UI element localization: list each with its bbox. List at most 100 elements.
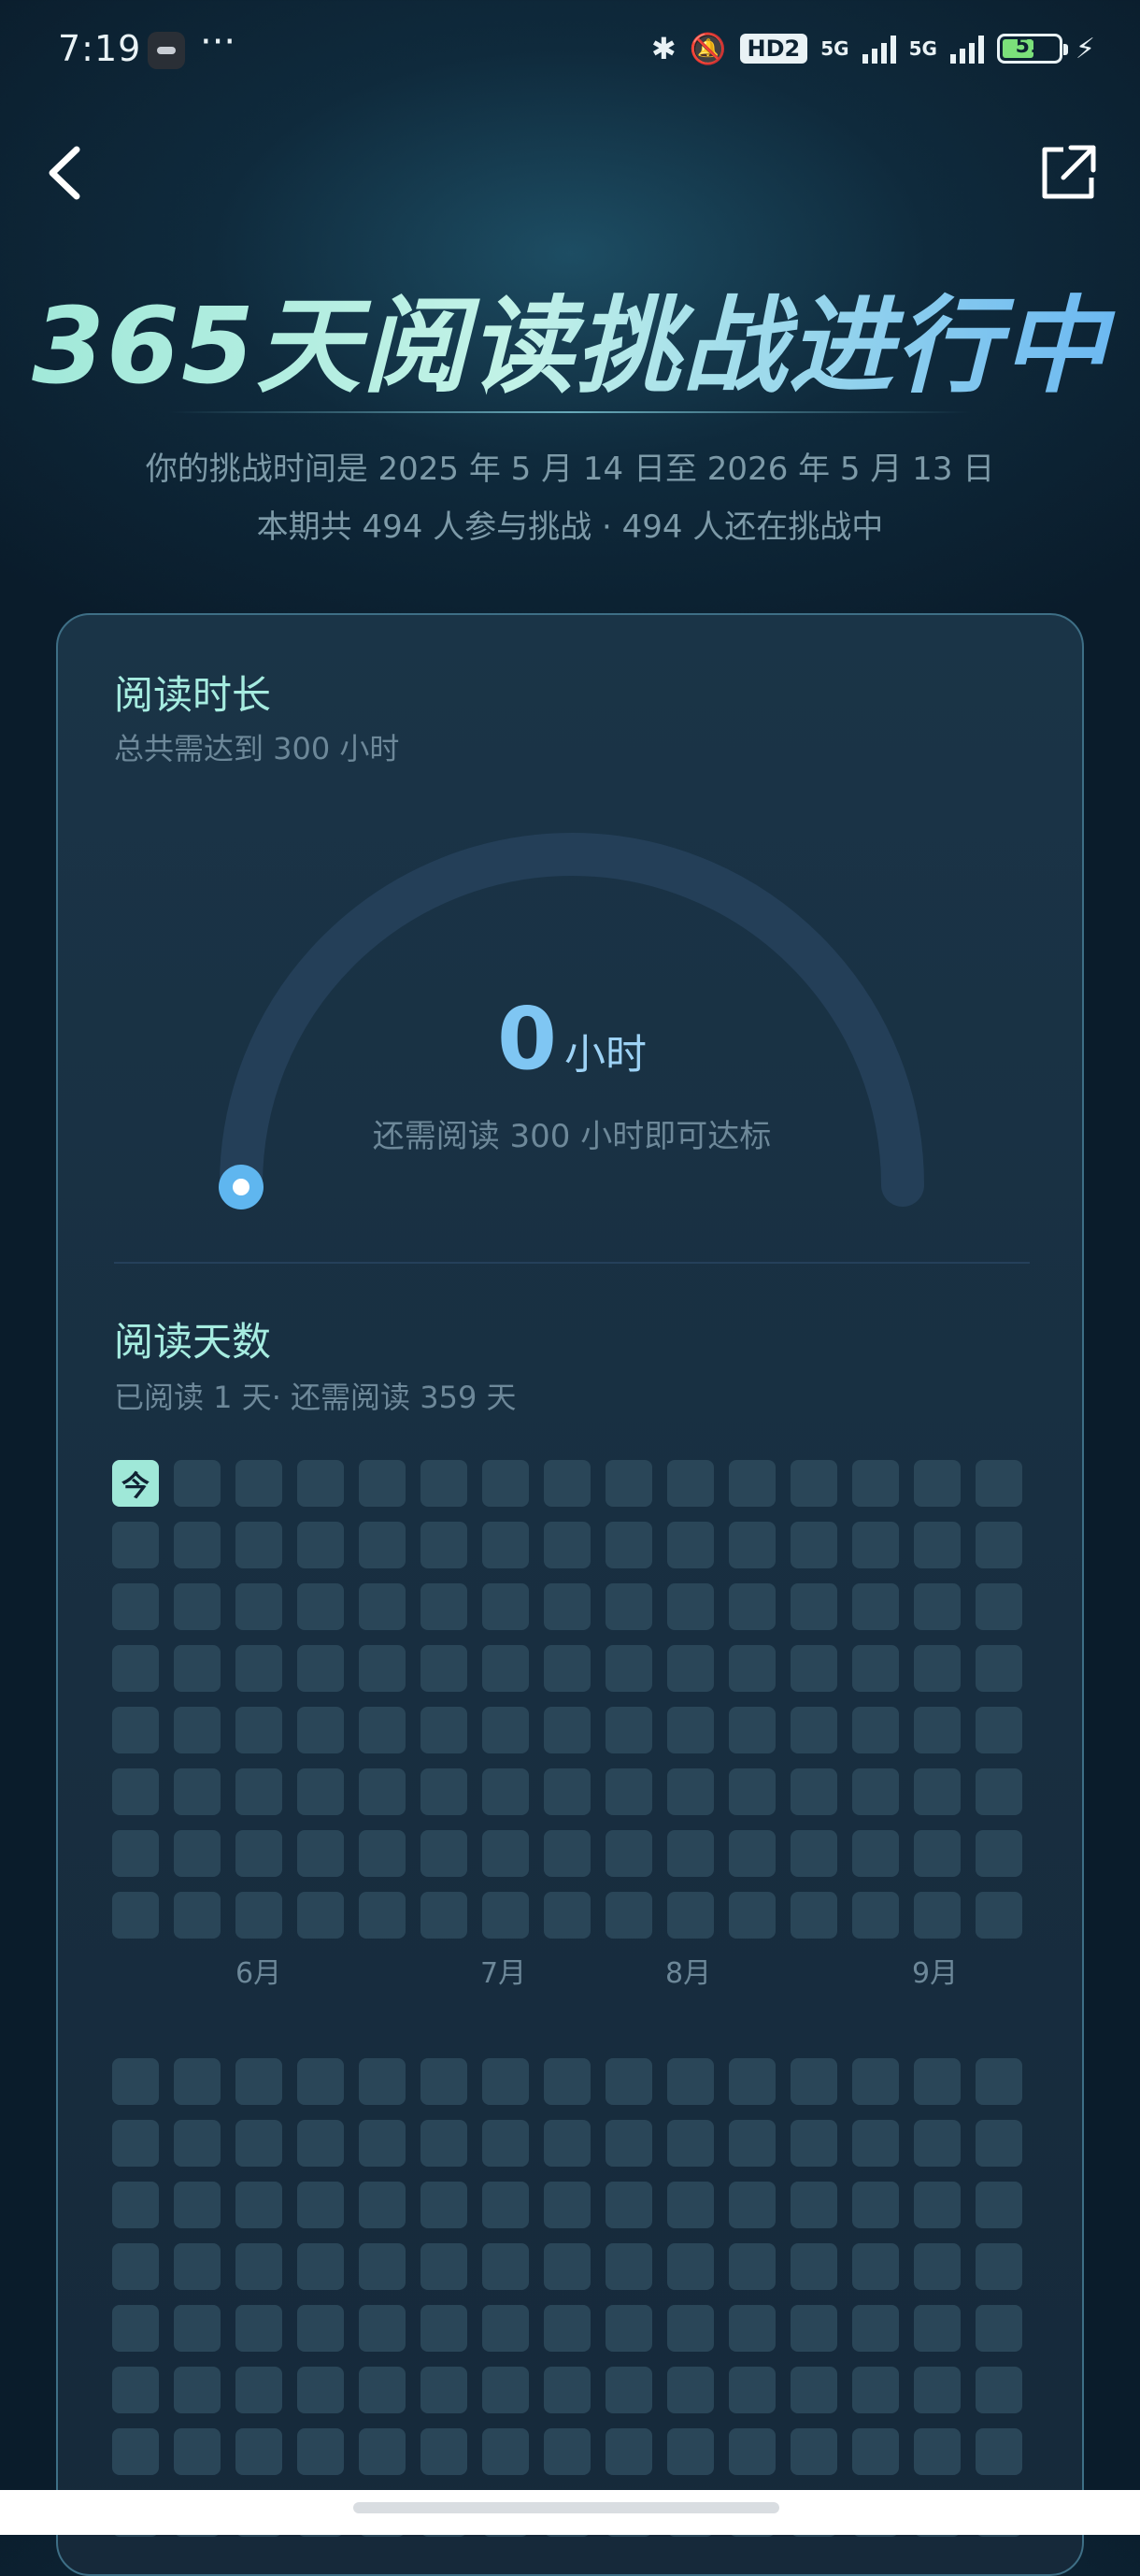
- calendar-day-cell: [112, 1645, 159, 1692]
- calendar-day-cell: [420, 2243, 467, 2290]
- calendar-day-cell: [112, 2243, 159, 2290]
- calendar-day-cell: [606, 2305, 652, 2352]
- calendar-day-cell: [729, 1892, 776, 1939]
- calendar-day-cell: [544, 1892, 591, 1939]
- calendar-day-cell: [914, 1460, 961, 1507]
- calendar-day-cell: [667, 1460, 714, 1507]
- calendar-day-cell: [297, 2305, 344, 2352]
- calendar-day-cell: [852, 1460, 899, 1507]
- calendar-day-cell: [729, 2182, 776, 2228]
- calendar-day-cell: [729, 1522, 776, 1568]
- calendar-day-cell: [791, 1707, 837, 1753]
- calendar-day-cell: [667, 1707, 714, 1753]
- calendar-day-cell: [482, 1707, 529, 1753]
- calendar-day-cell: [235, 2367, 282, 2413]
- calendar-day-cell: [482, 1830, 529, 1877]
- back-button[interactable]: [39, 140, 95, 206]
- calendar-day-cell: [914, 1522, 961, 1568]
- app-notification-icon: [148, 32, 185, 69]
- calendar-day-cell: [174, 1707, 221, 1753]
- calendar-day-cell: [359, 1707, 406, 1753]
- calendar-day-cell: [359, 2120, 406, 2167]
- status-icons: ✱ 🔕 HD2 5G 5G 51 ⚡: [651, 24, 1095, 73]
- calendar-day-cell: [359, 2182, 406, 2228]
- calendar-day-cell: [235, 2428, 282, 2475]
- network-type-1: 5G: [820, 37, 849, 60]
- signal-bars-icon: [862, 34, 896, 64]
- calendar-day-cell: [914, 2058, 961, 2105]
- title-underline: [168, 411, 972, 413]
- calendar-day-cell: [976, 1460, 1022, 1507]
- calendar-day-cell: [174, 1768, 221, 1815]
- calendar-day-cell: [544, 1830, 591, 1877]
- calendar-day-cell: [914, 2182, 961, 2228]
- calendar-day-cell: [235, 1460, 282, 1507]
- gauge-value: 0 小时: [58, 989, 1086, 1089]
- calendar-day-cell: [297, 1583, 344, 1630]
- calendar-day-cell: [606, 2182, 652, 2228]
- calendar-day-cell: [482, 2182, 529, 2228]
- calendar-day-cell: [174, 2182, 221, 2228]
- calendar-day-cell: [482, 2428, 529, 2475]
- home-indicator[interactable]: [353, 2502, 779, 2513]
- more-notifications-icon: ···: [200, 21, 236, 64]
- calendar-day-cell: [852, 1522, 899, 1568]
- calendar-day-cell: [420, 2367, 467, 2413]
- month-label: 9月: [912, 1957, 959, 1990]
- calendar-day-cell: [235, 2182, 282, 2228]
- calendar-day-cell: [482, 2243, 529, 2290]
- calendar-day-cell: [606, 2428, 652, 2475]
- calendar-day-cell: [852, 2182, 899, 2228]
- calendar-day-cell: [174, 2367, 221, 2413]
- calendar-day-cell: [359, 1768, 406, 1815]
- calendar-day-cell: [976, 2120, 1022, 2167]
- calendar-day-cell: [606, 1522, 652, 1568]
- calendar-day-cell: [791, 2428, 837, 2475]
- calendar-day-cell: [482, 2305, 529, 2352]
- calendar-day-cell: [791, 1645, 837, 1692]
- calendar-day-cell: [852, 1830, 899, 1877]
- calendar-day-cell: [359, 2243, 406, 2290]
- calendar-day-cell: [420, 1460, 467, 1507]
- calendar-day-cell: [976, 2305, 1022, 2352]
- bluetooth-icon: ✱: [650, 31, 677, 66]
- calendar-day-cell: [544, 2120, 591, 2167]
- network-type-2: 5G: [908, 37, 937, 60]
- calendar-day-cell: [791, 1522, 837, 1568]
- share-button[interactable]: [1035, 140, 1101, 206]
- reading-hours-value: 0: [496, 989, 557, 1089]
- calendar-day-cell: [482, 2120, 529, 2167]
- challenge-period-text: 你的挑战时间是 2025 年 5 月 14 日至 2026 年 5 月 13 日: [145, 451, 995, 488]
- calendar-day-cell: [606, 1892, 652, 1939]
- calendar-day-cell: [914, 1892, 961, 1939]
- calendar-day-cell: [606, 1768, 652, 1815]
- calendar-day-cell: [606, 2243, 652, 2290]
- calendar-day-cell: [112, 2428, 159, 2475]
- calendar-day-cell: [420, 2428, 467, 2475]
- calendar-day-cell: [729, 1645, 776, 1692]
- calendar-day-cell: [976, 2058, 1022, 2105]
- calendar-day-cell: [667, 1892, 714, 1939]
- calendar-day-cell: [791, 1460, 837, 1507]
- calendar-day-cell: [729, 2120, 776, 2167]
- calendar-day-cell: [667, 1522, 714, 1568]
- calendar-day-cell: [976, 1768, 1022, 1815]
- calendar-day-cell: [235, 2058, 282, 2105]
- calendar-day-cell: [852, 2428, 899, 2475]
- calendar-day-cell: [482, 2058, 529, 2105]
- calendar-day-cell: [174, 2058, 221, 2105]
- calendar-day-cell: [420, 1892, 467, 1939]
- calendar-day-cell: [112, 2058, 159, 2105]
- calendar-day-cell: [729, 1583, 776, 1630]
- calendar-day-cell: [235, 1522, 282, 1568]
- calendar-day-cell: [606, 1830, 652, 1877]
- calendar-day-cell: [235, 1707, 282, 1753]
- calendar-day-cell: [606, 1707, 652, 1753]
- calendar-day-cell: [235, 1645, 282, 1692]
- calendar-day-cell: [667, 2428, 714, 2475]
- calendar-day-cell: [852, 1583, 899, 1630]
- calendar-day-cell: [791, 2058, 837, 2105]
- calendar-day-cell: [112, 2120, 159, 2167]
- calendar-day-cell: [914, 2243, 961, 2290]
- calendar-day-cell: [729, 2305, 776, 2352]
